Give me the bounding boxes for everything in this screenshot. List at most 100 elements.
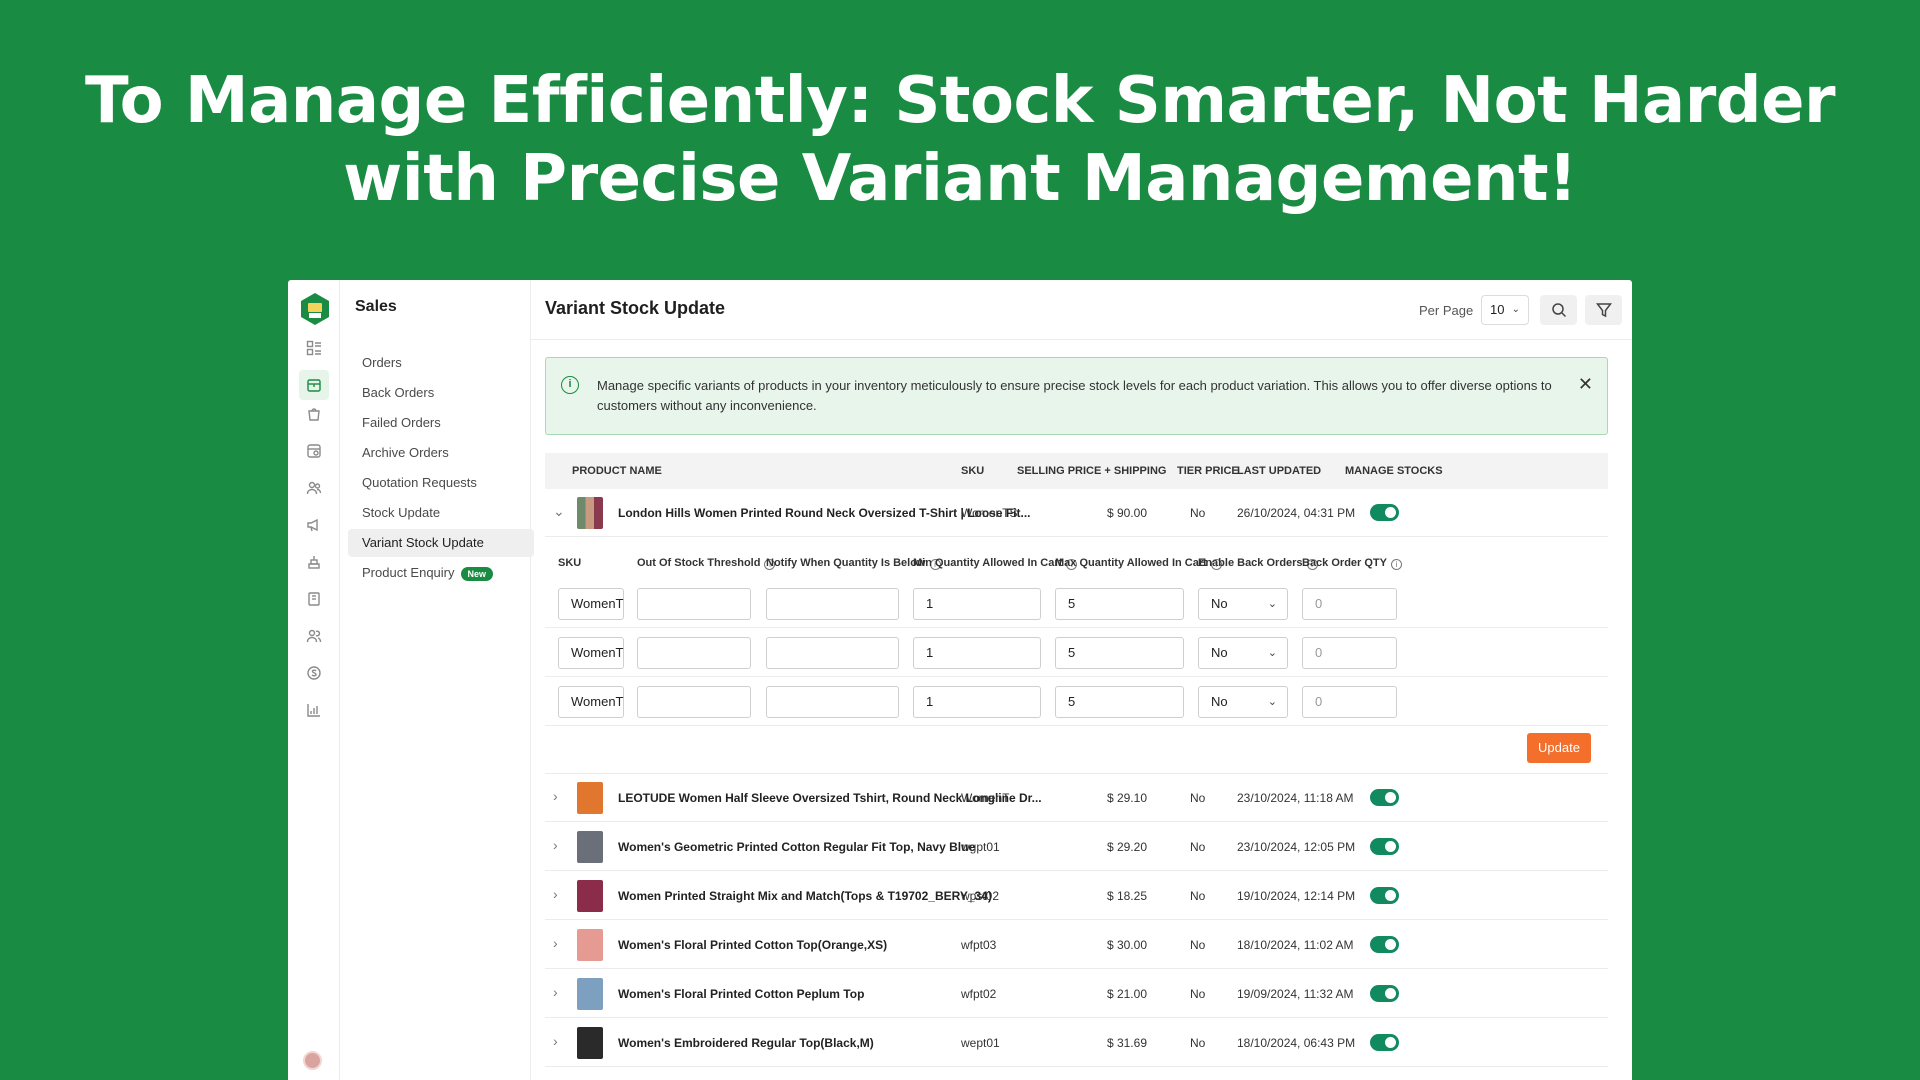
header-divider — [531, 339, 1632, 340]
menu-item-back-orders[interactable]: Back Orders — [348, 379, 534, 407]
megaphone-icon[interactable] — [303, 514, 325, 536]
product-sku: wept01 — [961, 1036, 1000, 1050]
product-name[interactable]: Women's Floral Printed Cotton Peplum Top — [618, 987, 864, 1001]
variant-row: WomenT 1 5 No ⌄ 0 — [545, 629, 1608, 677]
avatar[interactable] — [303, 1051, 322, 1070]
catalog-icon[interactable] — [303, 440, 325, 462]
min-quantity-input[interactable]: 1 — [913, 637, 1041, 669]
enable-back-orders-select[interactable]: No ⌄ — [1198, 588, 1288, 620]
manage-stock-toggle[interactable] — [1370, 936, 1399, 953]
logo-icon[interactable] — [300, 292, 330, 326]
notify-quantity-input[interactable] — [766, 637, 899, 669]
product-name[interactable]: Women's Geometric Printed Cotton Regular… — [618, 840, 975, 854]
menu-title: Sales — [355, 298, 397, 315]
per-page-select[interactable]: 10 ⌄ — [1481, 295, 1529, 325]
chevron-right-icon[interactable]: › — [553, 788, 567, 804]
menu-item-variant-stock-update[interactable]: Variant Stock Update — [348, 529, 534, 557]
update-button[interactable]: Update — [1527, 733, 1591, 763]
menu-item-quotation-requests[interactable]: Quotation Requests — [348, 469, 534, 497]
chevron-right-icon[interactable]: › — [553, 935, 567, 951]
product-price: $ 29.10 — [1106, 791, 1147, 805]
out-of-stock-threshold-input[interactable] — [637, 637, 751, 669]
manage-stock-toggle[interactable] — [1370, 1034, 1399, 1051]
product-sku: wfpt02 — [961, 987, 997, 1001]
manage-stock-toggle[interactable] — [1370, 985, 1399, 1002]
variant-col-label: Enable Back Orders — [1198, 557, 1303, 569]
product-price: $ 90.00 — [1106, 506, 1147, 520]
max-quantity-input[interactable]: 5 — [1055, 686, 1184, 718]
product-name[interactable]: Women's Embroidered Regular Top(Black,M) — [618, 1036, 874, 1050]
variant-col-label: Out Of Stock Threshold — [637, 557, 761, 569]
notify-quantity-input[interactable] — [766, 588, 899, 620]
main-content: Variant Stock Update Per Page 10 ⌄ i Mana… — [531, 280, 1632, 1080]
chevron-right-icon[interactable]: › — [553, 984, 567, 1000]
variant-sku-field[interactable]: WomenT — [558, 637, 624, 669]
back-order-qty-input[interactable]: 0 — [1302, 637, 1397, 669]
notify-quantity-input[interactable] — [766, 686, 899, 718]
menu-item-product-enquiry[interactable]: Product Enquiry New — [348, 559, 534, 587]
product-thumbnail — [577, 497, 603, 529]
chevron-right-icon[interactable]: › — [553, 1033, 567, 1049]
manage-stock-toggle[interactable] — [1370, 887, 1399, 904]
table-row[interactable]: › Women's Embroidered Regular Top(Black,… — [545, 1019, 1608, 1067]
customers-icon[interactable] — [303, 477, 325, 499]
back-order-qty-input[interactable]: 0 — [1302, 686, 1397, 718]
close-icon[interactable]: ✕ — [1578, 374, 1593, 395]
back-order-qty-input[interactable]: 0 — [1302, 588, 1397, 620]
manage-stock-toggle[interactable] — [1370, 838, 1399, 855]
search-button[interactable] — [1540, 295, 1577, 325]
table-row[interactable]: › Women's Floral Printed Cotton Top(Oran… — [545, 921, 1608, 969]
dashboard-icon[interactable] — [303, 337, 325, 359]
stack-icon[interactable] — [303, 551, 325, 573]
table-row[interactable]: ⌄ London Hills Women Printed Round Neck … — [545, 489, 1608, 537]
col-tier-price: TIER PRICE — [1177, 465, 1239, 477]
per-page-label: Per Page — [1419, 303, 1474, 318]
table-row[interactable]: › Women Printed Straight Mix and Match(T… — [545, 872, 1608, 920]
sales-icon[interactable] — [299, 370, 329, 400]
product-thumbnail — [577, 880, 603, 912]
headline: To Manage Efficiently: Stock Smarter, No… — [0, 62, 1920, 218]
max-quantity-input[interactable]: 5 — [1055, 588, 1184, 620]
side-menu: Sales Orders Back Orders Failed Orders A… — [340, 280, 534, 1080]
product-name[interactable]: Women's Floral Printed Cotton Top(Orange… — [618, 938, 887, 952]
chevron-right-icon[interactable]: › — [553, 886, 567, 902]
headline-line-2: with Precise Variant Management! — [343, 142, 1577, 216]
chevron-down-icon: ⌄ — [1267, 598, 1277, 610]
product-sku: WomenT — [961, 791, 1010, 805]
table-row[interactable]: › Women's Floral Printed Cotton Peplum T… — [545, 970, 1608, 1018]
filter-button[interactable] — [1585, 295, 1622, 325]
users-icon[interactable] — [303, 625, 325, 647]
report-icon[interactable] — [303, 699, 325, 721]
chevron-down-icon[interactable]: ⌄ — [553, 503, 567, 520]
table-row[interactable]: › Women's Geometric Printed Cotton Regul… — [545, 823, 1608, 871]
alert-message: Manage specific variants of products in … — [597, 378, 1552, 413]
out-of-stock-threshold-input[interactable] — [637, 588, 751, 620]
menu-item-stock-update[interactable]: Stock Update — [348, 499, 534, 527]
menu-item-failed-orders[interactable]: Failed Orders — [348, 409, 534, 437]
chevron-right-icon[interactable]: › — [553, 837, 567, 853]
filter-icon — [1595, 303, 1612, 318]
variant-sku-field[interactable]: WomenT — [558, 588, 624, 620]
enable-back-orders-select[interactable]: No ⌄ — [1198, 686, 1288, 718]
variant-col-back-orders: Enable Back Orders i — [1198, 557, 1318, 570]
new-badge: New — [460, 566, 494, 581]
min-quantity-input[interactable]: 1 — [913, 686, 1041, 718]
menu-item-orders[interactable]: Orders — [348, 349, 534, 377]
out-of-stock-threshold-input[interactable] — [637, 686, 751, 718]
per-page-value: 10 — [1490, 302, 1505, 317]
max-quantity-input[interactable]: 5 — [1055, 637, 1184, 669]
chevron-down-icon: ⌄ — [1267, 647, 1277, 659]
bag-icon[interactable] — [303, 403, 325, 425]
manage-stock-toggle[interactable] — [1370, 504, 1399, 521]
min-quantity-input[interactable]: 1 — [913, 588, 1041, 620]
manage-stock-toggle[interactable] — [1370, 789, 1399, 806]
book-icon[interactable] — [303, 588, 325, 610]
product-name[interactable]: Women Printed Straight Mix and Match(Top… — [618, 889, 992, 903]
enable-back-orders-select[interactable]: No ⌄ — [1198, 637, 1288, 669]
product-price: $ 21.00 — [1106, 987, 1147, 1001]
variant-table-header: SKU Out Of Stock Threshold i Notify When … — [545, 546, 1608, 580]
money-icon[interactable] — [303, 662, 325, 684]
menu-item-archive-orders[interactable]: Archive Orders — [348, 439, 534, 467]
table-row[interactable]: › LEOTUDE Women Half Sleeve Oversized Ts… — [545, 774, 1608, 822]
variant-sku-field[interactable]: WomenT — [558, 686, 624, 718]
